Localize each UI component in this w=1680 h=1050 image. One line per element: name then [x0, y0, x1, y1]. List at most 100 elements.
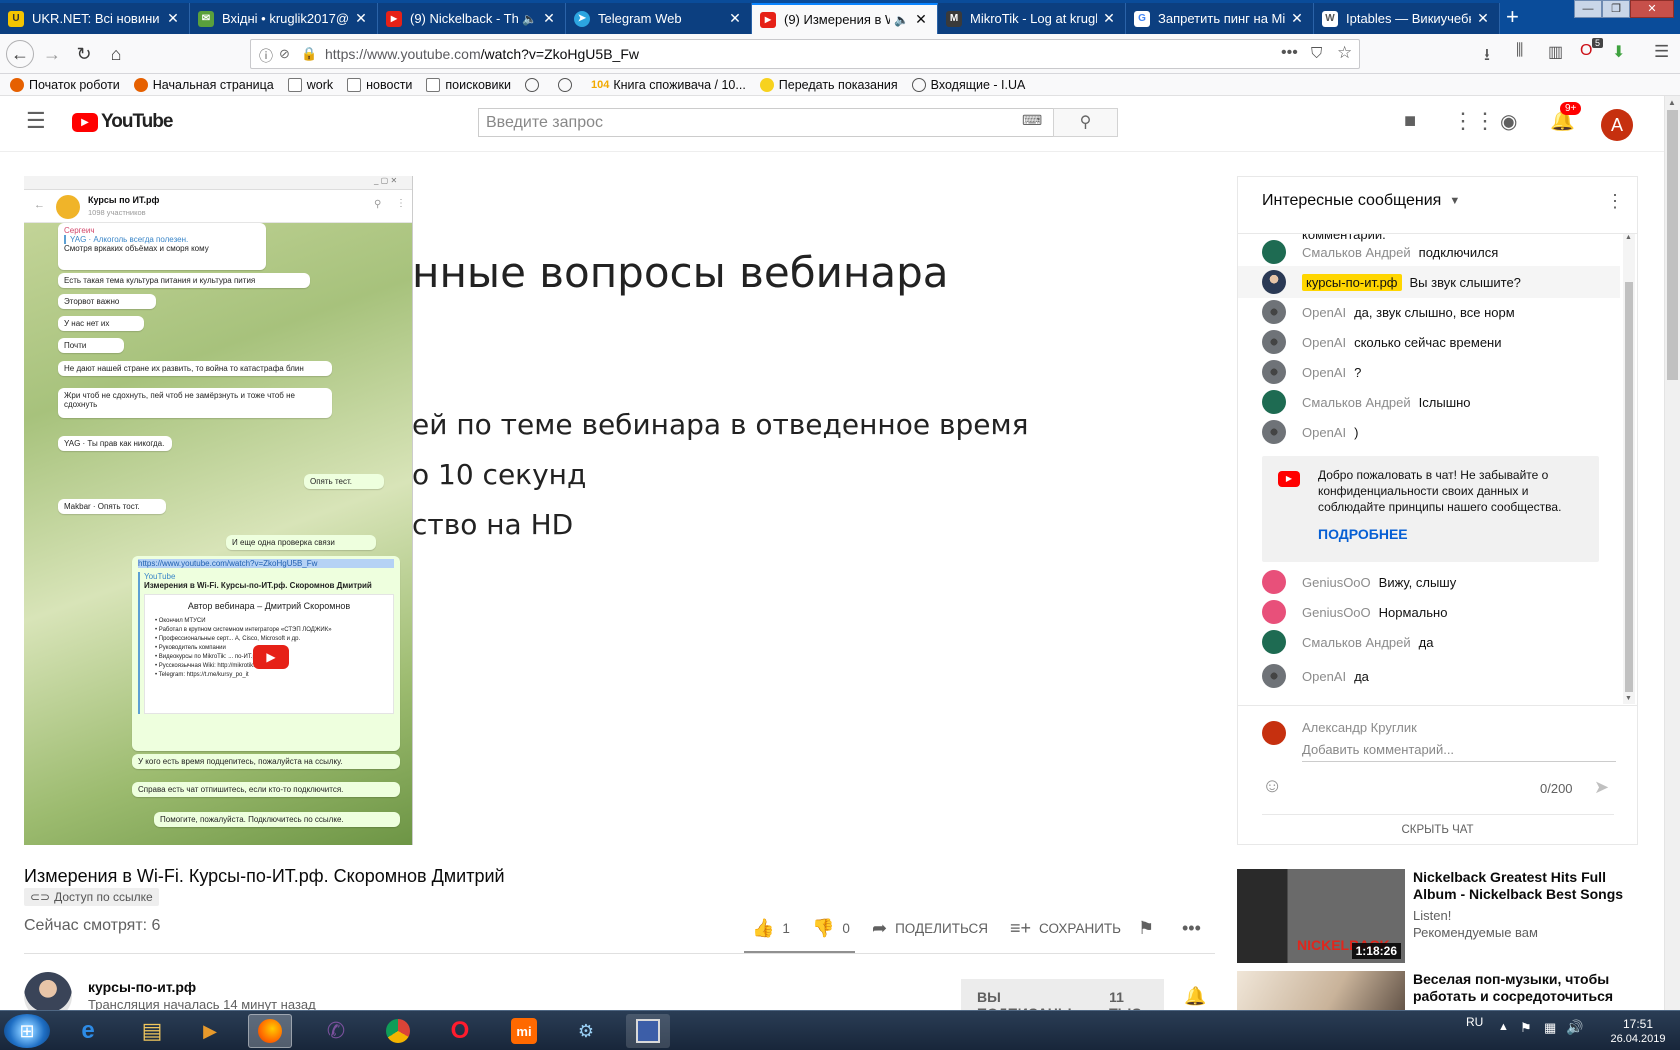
recommended-video[interactable]: NICKELBACK 1:18:26 Nickelback Greatest H… [1237, 869, 1633, 963]
bookmark-item[interactable]: Початок роботи [10, 77, 120, 92]
info-icon[interactable]: ⓘ [259, 46, 273, 66]
home-icon[interactable]: ⌂ [104, 42, 128, 66]
scroll-up-arrow[interactable]: ▲ [1668, 98, 1676, 107]
page-scroll-thumb[interactable] [1667, 110, 1678, 380]
video-thumbnail[interactable]: NICKELBACK 1:18:26 [1237, 869, 1405, 963]
close-tab-icon[interactable]: ✕ [913, 11, 929, 28]
chat-more-icon[interactable]: ⋮ [1606, 191, 1624, 212]
channel-name[interactable]: курсы-по-ит.рф [88, 979, 196, 995]
browser-tab[interactable]: U UKR.NET: Всі новини Ук ✕ [0, 3, 190, 34]
opera-addon-icon[interactable]: O [1580, 42, 1592, 60]
bookmark-folder-news[interactable]: новости [347, 77, 412, 92]
floppy-save-icon[interactable] [626, 1014, 670, 1048]
menu-hamburger-icon[interactable]: ☰ [1654, 42, 1669, 62]
close-tab-icon[interactable]: ✕ [1289, 10, 1305, 27]
chat-input[interactable]: Добавить комментарий... [1302, 742, 1616, 762]
bookmark-item[interactable]: Входящие - I.UA [911, 77, 1025, 92]
like-button[interactable]: 👍 1 [752, 918, 790, 939]
opera-icon[interactable]: O [438, 1014, 482, 1048]
network-icon[interactable]: ▦ [1544, 1020, 1556, 1036]
maximize-window-button[interactable]: ❐ [1602, 0, 1630, 18]
browser-tab[interactable]: G Запретить пинг на Mik ✕ [1126, 3, 1314, 34]
chat-scrollbar[interactable]: ▲ ▼ [1623, 234, 1635, 704]
bookmark-item[interactable]: Начальная страница [133, 77, 274, 92]
bookmark-item[interactable] [558, 77, 577, 92]
action-center-flag-icon[interactable]: ⚑ [1520, 1020, 1532, 1036]
share-button[interactable]: ➦ ПОДЕЛИТЬСЯ [872, 918, 988, 939]
browser-tab[interactable]: ➤ Telegram Web ✕ [566, 3, 752, 34]
scroll-down-arrow[interactable]: ▼ [1625, 695, 1632, 702]
browser-tab[interactable]: M MikroTik - Log at kruglik ✕ [938, 3, 1126, 34]
clock-time[interactable]: 17:51 [1608, 1017, 1668, 1031]
bookmark-item[interactable] [525, 77, 544, 92]
show-hidden-icons-icon[interactable]: ▲ [1498, 1021, 1509, 1033]
video-player[interactable]: нные вопросы вебинара ей по теме вебинар… [24, 176, 1215, 845]
browser-tab[interactable]: ▶ (9) Nickelback - The 🔈 ✕ [378, 3, 566, 34]
page-scrollbar[interactable]: ▲ [1664, 96, 1680, 1010]
network-tool-icon[interactable]: ⚙ [564, 1014, 608, 1048]
chat-mode-dropdown[interactable]: Интересные сообщения ▼ [1262, 192, 1460, 210]
library-icon[interactable]: ⫼ [1516, 42, 1523, 60]
bookmark-item[interactable]: Передать показания [759, 77, 898, 92]
file-explorer-icon[interactable]: ▤ [130, 1014, 174, 1048]
viber-icon[interactable]: ✆ [314, 1014, 358, 1048]
media-player-icon[interactable]: ▶ [188, 1014, 232, 1048]
video-thumbnail[interactable] [1237, 971, 1405, 1010]
back-arrow-icon[interactable]: ← [6, 40, 34, 68]
hide-chat-button[interactable]: СКРЫТЬ ЧАТ [1238, 824, 1637, 836]
close-tab-icon[interactable]: ✕ [353, 10, 369, 27]
bookmark-folder-work[interactable]: work [287, 77, 333, 92]
mi-app-icon[interactable]: mi [502, 1014, 546, 1048]
messages-icon[interactable]: ◉ [1500, 109, 1517, 134]
dislike-button[interactable]: 👎 0 [812, 918, 850, 939]
emoji-icon[interactable]: ☺ [1262, 775, 1282, 798]
volume-icon[interactable]: 🔊 [1566, 1019, 1583, 1036]
new-tab-plus-icon[interactable]: + [1506, 6, 1519, 28]
close-tab-icon[interactable]: ✕ [727, 10, 743, 27]
close-tab-icon[interactable]: ✕ [541, 10, 557, 27]
close-tab-icon[interactable]: ✕ [1101, 10, 1117, 27]
account-avatar[interactable]: A [1601, 109, 1633, 141]
browser-tab[interactable]: ✉ Вхідні • kruglik2017@uk ✕ [190, 3, 378, 34]
clock-date[interactable]: 26.04.2019 [1606, 1033, 1670, 1045]
report-button[interactable]: ⚑ [1138, 918, 1162, 939]
start-button[interactable]: ⊞ [4, 1014, 50, 1048]
download-addon-icon[interactable]: ⬇ [1612, 42, 1625, 62]
keyboard-icon[interactable]: ⌨ [1022, 112, 1042, 129]
browser-tab[interactable]: W Iptables — Викиучебник ✕ [1314, 3, 1500, 34]
search-input[interactable]: Введите запрос [478, 108, 1054, 137]
more-actions-button[interactable]: ••• [1182, 918, 1209, 939]
pocket-icon[interactable]: ⛉ [1311, 45, 1322, 62]
notification-bell-icon[interactable]: 🔔 [1184, 986, 1206, 1007]
minimize-window-button[interactable]: — [1574, 0, 1602, 18]
search-button[interactable]: ⚲ [1053, 108, 1118, 137]
sidebar-icon[interactable]: ▥ [1548, 42, 1563, 62]
address-bar[interactable]: ⓘ ⊘ 🔒 https://www.youtube.com/watch?v=Zk… [250, 39, 1360, 69]
guide-menu-icon[interactable]: ☰ [26, 108, 46, 134]
send-icon[interactable]: ➤ [1594, 777, 1609, 798]
channel-avatar[interactable] [24, 972, 72, 1010]
bookmark-star-icon[interactable]: ☆ [1337, 43, 1352, 63]
close-tab-icon[interactable]: ✕ [1475, 10, 1491, 27]
chrome-icon[interactable] [376, 1014, 420, 1048]
internet-explorer-icon[interactable]: e [66, 1014, 110, 1048]
speaker-icon[interactable]: 🔈 [522, 12, 537, 26]
downloads-icon[interactable]: ⭳ [1484, 42, 1490, 71]
save-button[interactable]: ≡+ СОХРАНИТЬ [1010, 918, 1121, 939]
apps-grid-icon[interactable]: ⋮⋮ [1452, 108, 1496, 134]
create-video-icon[interactable]: ■ [1404, 110, 1416, 133]
reload-icon[interactable]: ↻ [72, 42, 96, 66]
recommended-video[interactable]: Веселая поп-музыки, чтобы работать и сос… [1237, 971, 1633, 1010]
close-window-button[interactable]: ✕ [1630, 0, 1674, 18]
input-language[interactable]: RU [1466, 1015, 1483, 1029]
forward-arrow-icon[interactable]: → [40, 42, 64, 66]
browser-tab-active[interactable]: ▶ (9) Измерения в Wi- 🔈 ✕ [752, 3, 938, 34]
chat-scroll-thumb[interactable] [1625, 282, 1633, 692]
scroll-up-arrow[interactable]: ▲ [1625, 234, 1632, 241]
bookmark-item[interactable]: 104 Книга споживача / 10... [591, 78, 746, 92]
firefox-taskbar-icon[interactable] [248, 1014, 292, 1048]
youtube-logo[interactable]: ▶ YouTube [72, 111, 173, 133]
close-tab-icon[interactable]: ✕ [165, 10, 181, 27]
autoplay-blocked-icon[interactable]: ⊘ [279, 46, 290, 62]
speaker-icon[interactable]: 🔈 [894, 13, 909, 27]
